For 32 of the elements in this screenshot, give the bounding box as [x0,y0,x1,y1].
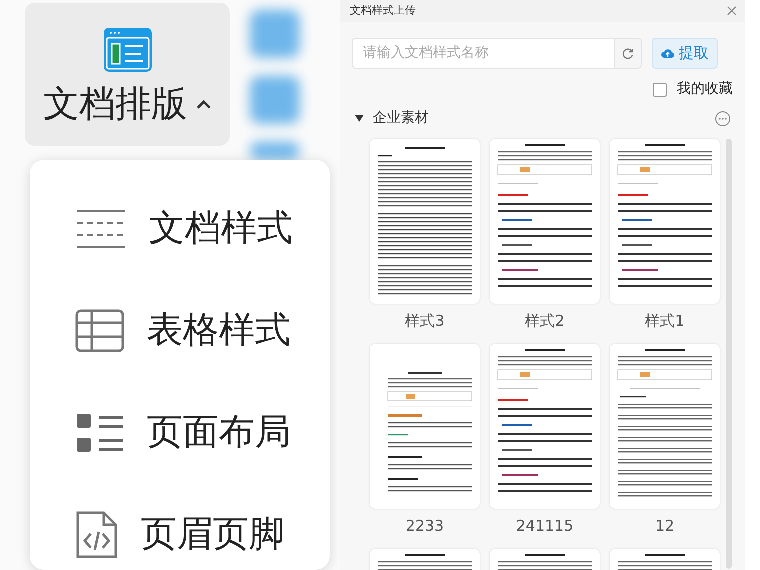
menu-item[interactable]: 文档样式 [30,178,330,280]
triangle-icon [355,115,364,122]
close-button[interactable] [727,4,737,18]
caret-icon [196,100,212,110]
template-card[interactable]: 样式3 [370,139,480,330]
template-card[interactable]: 2233 [370,344,480,535]
table-icon [75,309,125,353]
layout-toolbar-button[interactable]: 文档排版 [25,3,230,146]
blurred-icon [250,76,300,124]
blurred-icon [250,142,300,160]
section-toggle[interactable]: 企业素材 [355,108,429,129]
search-field[interactable]: 请输入文档样式名称 [352,38,614,69]
menu-item[interactable]: 页面布局 [30,382,330,484]
list-layout-icon [75,412,125,454]
checkbox[interactable] [653,82,667,96]
menu-item[interactable]: 页眉页脚 [30,484,330,570]
checkbox-label: 我的收藏 [677,80,733,99]
refresh-icon [622,48,634,60]
refresh-button[interactable] [614,38,642,69]
template-card[interactable]: 样式2 [490,139,600,330]
template-card[interactable]: 12 [610,344,720,535]
window-title: 文档样式上传 [350,2,416,19]
scrollbar[interactable] [726,139,732,569]
more-icon[interactable] [715,110,731,126]
blurred-icon [250,10,300,58]
menu-item[interactable]: 表格样式 [30,280,330,382]
template-card[interactable]: 样式1 [610,139,720,330]
template-card[interactable]: 241115 [490,344,600,535]
horizontal-lines-icon [75,208,127,250]
cloud-upload-icon [661,48,675,59]
code-file-icon [75,510,119,560]
document-layout-icon [102,26,152,72]
